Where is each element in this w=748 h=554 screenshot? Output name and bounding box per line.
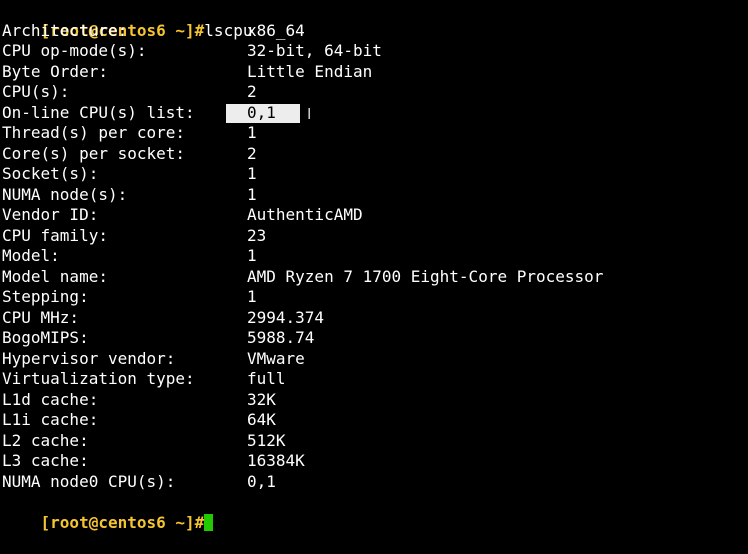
output-row-model: Model: 1 bbox=[0, 246, 748, 267]
output-row-vendor-id: Vendor ID: AuthenticAMD bbox=[0, 205, 748, 226]
terminal-block-cursor bbox=[204, 513, 214, 531]
output-key: NUMA node(s): bbox=[2, 184, 128, 204]
output-row-cpu-family: CPU family: 23 bbox=[0, 226, 748, 247]
output-row-cpus: CPU(s): 2 bbox=[0, 82, 748, 103]
output-value: 1 bbox=[247, 184, 257, 204]
output-row-hypervisor-vendor: Hypervisor vendor: VMware bbox=[0, 349, 748, 370]
output-value: 1 bbox=[247, 287, 257, 306]
output-value: AMD Ryzen 7 1700 Eight-Core Processor bbox=[247, 266, 604, 286]
output-value: 2994.374 bbox=[247, 307, 325, 327]
output-row-sockets: Socket(s): 1 bbox=[0, 164, 748, 185]
output-value: 1 bbox=[247, 123, 257, 142]
output-row-virtualization-type: Virtualization type: full bbox=[0, 369, 748, 390]
output-key: Socket(s): bbox=[2, 164, 99, 183]
output-row-l2-cache: L2 cache: 512K bbox=[0, 431, 748, 452]
text-ibeam-cursor-icon: I bbox=[307, 104, 312, 123]
output-key: Core(s) per socket: bbox=[2, 143, 186, 163]
output-key: Virtualization type: bbox=[2, 369, 195, 388]
output-value: 16384K bbox=[247, 451, 305, 470]
output-key: L2 cache: bbox=[2, 430, 89, 450]
output-row-l1d-cache: L1d cache: 32K bbox=[0, 390, 748, 411]
output-row-l3-cache: L3 cache: 16384K bbox=[0, 451, 748, 472]
output-key: L1d cache: bbox=[2, 389, 99, 409]
output-key: CPU op-mode(s): bbox=[2, 41, 147, 60]
output-value: Little Endian bbox=[247, 61, 373, 81]
output-key: BogoMIPS: bbox=[2, 328, 89, 347]
output-value: x86_64 bbox=[247, 20, 305, 40]
output-value: 32K bbox=[247, 389, 276, 409]
output-key: Model: bbox=[2, 246, 60, 265]
output-key: Thread(s) per core: bbox=[2, 123, 186, 142]
output-key: Model name: bbox=[2, 266, 108, 286]
output-key: Architecture: bbox=[2, 20, 128, 40]
output-row-cpu-op-mode: CPU op-mode(s): 32-bit, 64-bit bbox=[0, 41, 748, 62]
output-key: CPU(s): bbox=[2, 82, 70, 101]
output-key: L1i cache: bbox=[2, 410, 99, 429]
output-value: 2 bbox=[247, 82, 257, 101]
terminal-window[interactable]: [root@centos6 ~]#lscpu Architecture: x86… bbox=[0, 0, 748, 532]
final-prompt-line[interactable]: [root@centos6 ~]# bbox=[0, 492, 748, 532]
output-value: 512K bbox=[247, 430, 286, 450]
output-key: Vendor ID: bbox=[2, 205, 99, 224]
output-key: Stepping: bbox=[2, 287, 89, 306]
output-row-l1i-cache: L1i cache: 64K bbox=[0, 410, 748, 431]
output-row-architecture: Architecture: x86_64 bbox=[0, 21, 748, 42]
output-key: CPU MHz: bbox=[2, 307, 80, 327]
output-value: 0,1 bbox=[247, 471, 276, 491]
output-row-bogomips: BogoMIPS: 5988.74 bbox=[0, 328, 748, 349]
output-key: Byte Order: bbox=[2, 61, 108, 81]
output-value: full bbox=[247, 369, 286, 388]
output-key: Hypervisor vendor: bbox=[2, 348, 176, 368]
output-row-numa-nodes: NUMA node(s): 1 bbox=[0, 185, 748, 206]
output-value: 1 bbox=[247, 246, 257, 265]
output-row-model-name: Model name: AMD Ryzen 7 1700 Eight-Core … bbox=[0, 267, 748, 288]
output-row-stepping: Stepping: 1 bbox=[0, 287, 748, 308]
output-key: On-line CPU(s) list: bbox=[2, 102, 195, 122]
output-key: CPU family: bbox=[2, 225, 108, 245]
output-value: 64K bbox=[247, 410, 276, 429]
output-row-online-cpu-list: On-line CPU(s) list: 0,1 I bbox=[0, 103, 748, 124]
output-value: 2 bbox=[247, 143, 257, 163]
output-value: 23 bbox=[247, 225, 267, 245]
output-key: L3 cache: bbox=[2, 451, 89, 470]
output-value: 1 bbox=[247, 164, 257, 183]
selected-output-value[interactable]: 0,1 bbox=[247, 103, 276, 124]
output-row-numa-node0-cpus: NUMA node0 CPU(s): 0,1 bbox=[0, 472, 748, 493]
output-value: 32-bit, 64-bit bbox=[247, 41, 382, 60]
output-value: 5988.74 bbox=[247, 328, 315, 347]
output-value: VMware bbox=[247, 348, 305, 368]
output-row-cpu-mhz: CPU MHz: 2994.374 bbox=[0, 308, 748, 329]
shell-prompt: [root@centos6 ~]# bbox=[40, 512, 205, 532]
output-key: NUMA node0 CPU(s): bbox=[2, 471, 176, 491]
output-value: AuthenticAMD bbox=[247, 205, 363, 224]
command-line: [root@centos6 ~]#lscpu bbox=[0, 0, 748, 40]
output-row-byte-order: Byte Order: Little Endian bbox=[0, 62, 748, 83]
output-row-threads-per-core: Thread(s) per core: 1 bbox=[0, 123, 748, 144]
output-row-cores-per-socket: Core(s) per socket: 2 bbox=[0, 144, 748, 165]
